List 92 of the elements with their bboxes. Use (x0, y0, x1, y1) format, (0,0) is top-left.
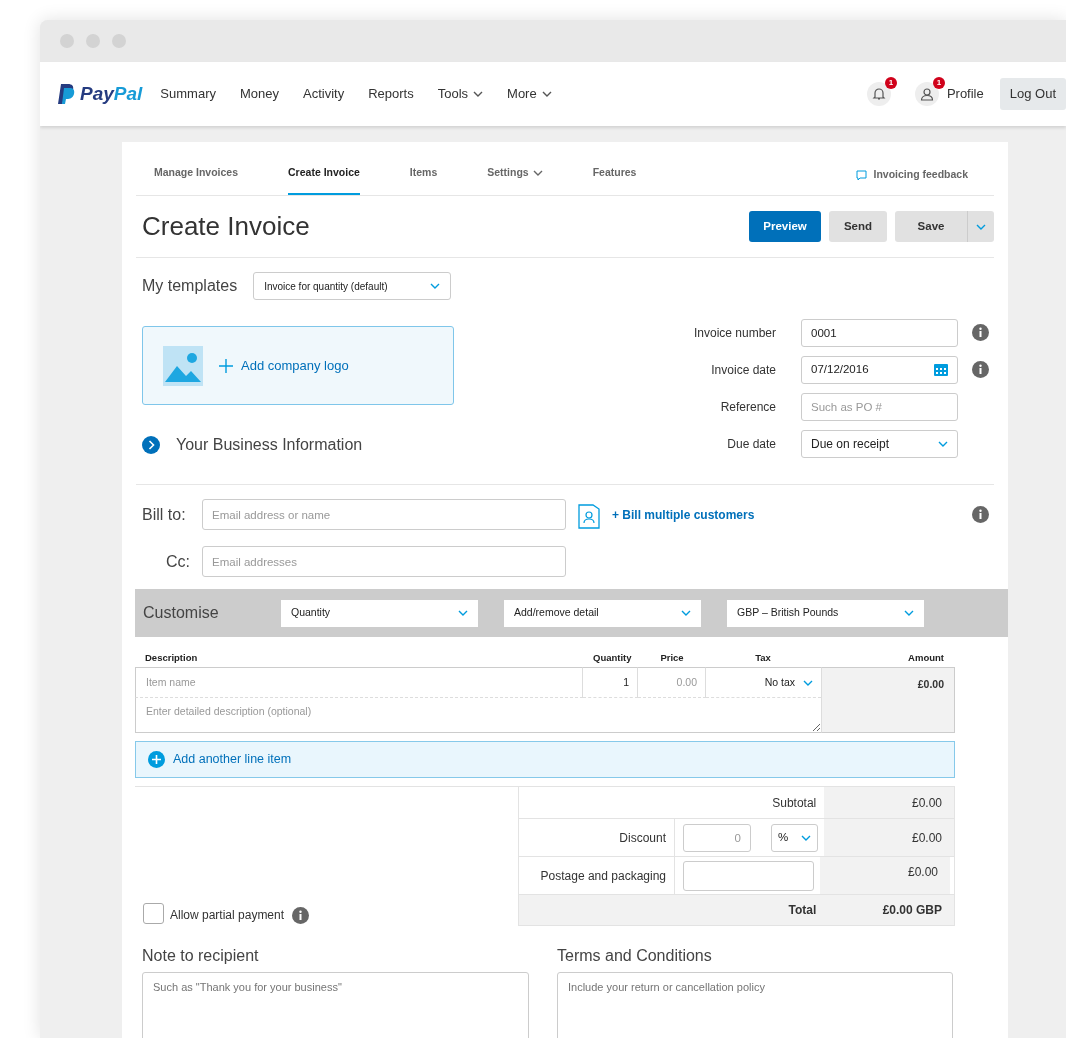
calendar-icon (934, 363, 948, 376)
select-field[interactable]: Quantity (281, 599, 478, 627)
caret-icon (976, 223, 986, 230)
number-input[interactable]: 1 (583, 667, 638, 698)
template-select[interactable]: Invoice for quantity (default) (253, 272, 452, 300)
info-icon (972, 506, 989, 523)
notification-badge: 1 (884, 77, 897, 89)
postage-field[interactable] (683, 861, 814, 891)
caret-icon (803, 679, 813, 686)
nav-link[interactable]: Summary (160, 84, 216, 104)
tab[interactable]: Settings (487, 165, 543, 195)
input-field[interactable]: Email address or name (202, 499, 566, 530)
profile-button[interactable] (914, 82, 939, 106)
description-field[interactable]: Enter detailed description (optional) (135, 698, 821, 733)
row-label: Discount (619, 829, 666, 847)
checkbox-label: Allow partial payment (170, 907, 285, 924)
notification-badge: 1 (932, 77, 945, 89)
info-icon (292, 907, 310, 924)
caret-icon (801, 835, 811, 841)
field-label: Invoice number (693, 324, 776, 342)
input-field[interactable]: 0001 (801, 318, 958, 347)
logout-button[interactable]: Log Out (999, 78, 1066, 110)
chevron-circle-icon[interactable] (142, 436, 160, 454)
field-label: Due date (727, 435, 776, 453)
add-line-button[interactable]: Add another line item (135, 741, 955, 778)
field-label: Reference (720, 398, 776, 416)
preview-button[interactable]: Preview (749, 211, 821, 242)
select-field[interactable]: Due on receipt (801, 429, 958, 458)
notifications-button[interactable] (866, 82, 891, 106)
select-field[interactable]: GBP – British Pounds (727, 599, 924, 627)
discount-field[interactable]: 0 (683, 824, 751, 852)
plus-circle-icon (148, 751, 165, 768)
column-header: Quantity (592, 650, 633, 665)
bill-multiple-link[interactable]: + Bill multiple customers (612, 505, 755, 524)
column-header: Description (144, 650, 199, 665)
caret-icon (430, 283, 441, 289)
amount-cell-text: £0.00 (907, 864, 938, 881)
paypal-logo[interactable]: PayPal (58, 79, 143, 109)
paypal-icon (58, 83, 76, 105)
bell-icon (871, 87, 886, 101)
save-button[interactable]: Save (895, 211, 994, 242)
note-label: Note to recipient (142, 946, 260, 966)
caret-icon (904, 610, 914, 616)
feedback-link[interactable]: Invoicing feedback (873, 167, 968, 183)
terms-label: Terms and Conditions (557, 946, 713, 966)
field-label: Cc: (165, 551, 190, 572)
column-header: Amount (907, 650, 945, 665)
speech-bubble-icon (856, 169, 868, 181)
total-label: Total (788, 902, 817, 919)
select-field[interactable]: Add/remove detail (504, 599, 701, 627)
nav-link[interactable]: Activity (303, 84, 345, 104)
amount-cell-text: £0.00 (911, 829, 942, 847)
caret-icon (938, 440, 948, 447)
templates-label: My templates (142, 276, 238, 296)
caret-icon (681, 610, 691, 616)
total-amount: £0.00 GBP (882, 902, 942, 919)
amount-cell-text: £0.00 (911, 794, 942, 812)
input-field[interactable]: Such as PO # (801, 392, 958, 421)
logo-upload-area[interactable]: Add company logo (142, 326, 454, 405)
field-label: Invoice date (711, 361, 776, 379)
price-field[interactable]: 0.00 (638, 667, 706, 698)
nav-link[interactable]: Money (239, 84, 279, 104)
date-field[interactable]: 07/12/2016 (801, 355, 958, 384)
column-header: Tax (754, 650, 772, 665)
nav-link[interactable]: Tools (437, 84, 484, 104)
send-button[interactable]: Send (829, 211, 887, 242)
column-header: Price (659, 650, 685, 665)
row-label: Postage and packaging (540, 867, 666, 885)
profile-link[interactable]: Profile (946, 84, 984, 104)
tab[interactable]: Manage Invoices (154, 165, 239, 195)
add-logo-link[interactable]: Add company logo (219, 355, 349, 376)
customise-label: Customise (143, 603, 220, 623)
field-label: Bill to: (142, 504, 187, 525)
tab[interactable]: Items (409, 165, 438, 195)
amount-cell-text: £0.00 (916, 677, 945, 692)
page-title: Create Invoice (142, 210, 310, 243)
checkbox[interactable] (143, 903, 164, 924)
input-field[interactable]: Email addresses (202, 546, 566, 577)
plus-icon (219, 358, 233, 373)
person-icon (919, 87, 934, 101)
item-name-field[interactable]: Item name (135, 667, 583, 698)
text-area[interactable]: Include your return or cancellation policy (557, 972, 953, 1038)
caret-icon (458, 610, 468, 616)
row-label: Subtotal (772, 794, 817, 812)
text-area[interactable]: Such as "Thank you for your business" (142, 972, 529, 1038)
image-icon (163, 345, 203, 386)
section-heading[interactable]: Your Business Information (176, 433, 363, 457)
nav-link[interactable]: More (507, 84, 552, 104)
nav-link[interactable]: Reports (368, 84, 414, 104)
tab[interactable]: Create Invoice (288, 165, 360, 195)
unit-select[interactable]: % (771, 824, 818, 852)
tab[interactable]: Features (592, 165, 637, 195)
